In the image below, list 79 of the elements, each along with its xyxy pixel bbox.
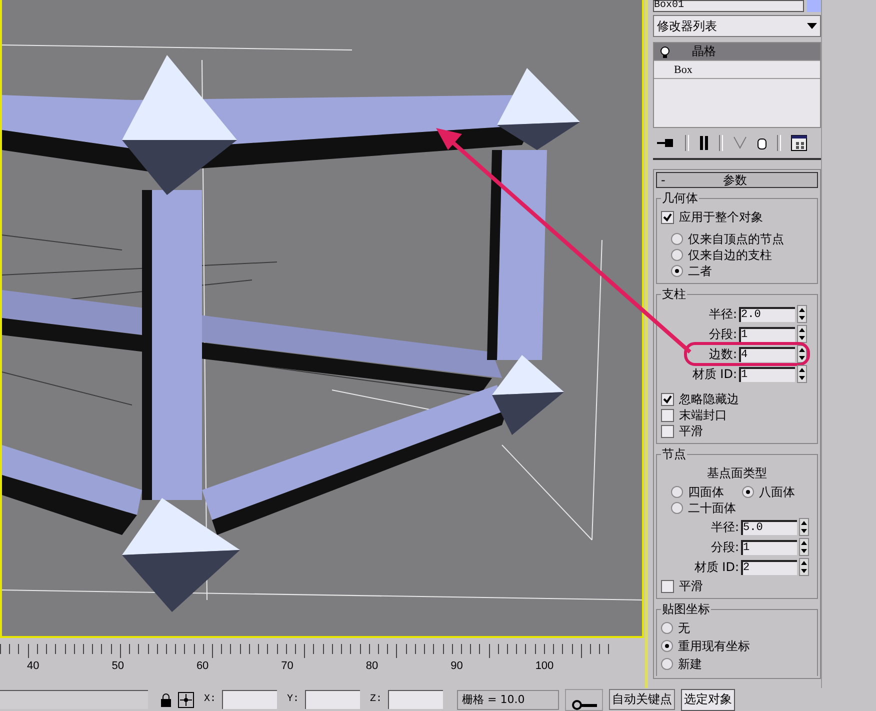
z-field[interactable]: [388, 690, 444, 709]
ruler-label: 90: [450, 660, 464, 672]
number-field[interactable]: 2: [741, 560, 797, 574]
mapping-radio[interactable]: 新建: [661, 656, 813, 672]
number-field[interactable]: 1: [739, 366, 795, 382]
field-label: 半径:: [708, 306, 737, 322]
spinner[interactable]: [797, 365, 807, 383]
field-label: 材质 ID:: [694, 558, 739, 576]
strut-checkbox[interactable]: 忽略隐藏边: [661, 391, 813, 407]
field-label: 分段:: [710, 538, 739, 556]
dropdown-arrow-icon: [807, 23, 817, 29]
ruler-label: 70: [281, 660, 294, 672]
group-title: 支柱: [661, 286, 687, 303]
spinner[interactable]: [797, 325, 807, 343]
joint-type-radio[interactable]: 八面体: [742, 484, 813, 500]
mapping-radio[interactable]: 重用现有坐标: [661, 638, 813, 654]
key-icon: [571, 700, 598, 710]
strut-checkbox[interactable]: 末端封口: [661, 407, 813, 423]
number-field[interactable]: 1: [741, 540, 797, 554]
crosshair-icon[interactable]: [178, 692, 194, 708]
group-title: 贴图坐标: [661, 601, 711, 618]
modifier-list-dropdown[interactable]: 修改器列表: [653, 15, 821, 37]
grid-size-readout: 栅格 = 10.0: [457, 690, 560, 710]
group-title: 节点: [661, 446, 687, 463]
field-label: 材质 ID:: [692, 366, 737, 382]
ruler-label: 50: [112, 660, 125, 672]
ruler-label: 100: [535, 660, 555, 672]
auto-key-button[interactable]: 自动关键点: [609, 689, 676, 710]
number-field[interactable]: 2.0: [739, 306, 795, 322]
strut-checkbox[interactable]: 平滑: [661, 423, 813, 439]
pipe-icon[interactable]: [699, 136, 709, 150]
time-ruler[interactable]: 40 50 60 70 80 90 100: [0, 638, 620, 686]
joint-type-radio[interactable]: 二十面体: [671, 500, 742, 516]
rollout-title: 参数: [722, 172, 748, 188]
color-swatch[interactable]: [807, 0, 821, 12]
modifier-stack-item[interactable]: Box: [654, 61, 820, 79]
spinner[interactable]: [797, 305, 807, 323]
section-label: 基点面类型: [706, 465, 768, 482]
ruler-label: 80: [366, 660, 380, 672]
spinner[interactable]: [799, 558, 809, 576]
spinner[interactable]: [799, 538, 809, 556]
group-title: 几何体: [661, 190, 699, 207]
spinner[interactable]: [799, 518, 809, 536]
can-icon[interactable]: [757, 136, 767, 150]
modifier-stack-item[interactable]: 晶格: [654, 43, 820, 61]
configure-icon[interactable]: [791, 135, 807, 151]
x-field[interactable]: [222, 690, 278, 709]
geometry-radio[interactable]: 二者: [671, 263, 813, 279]
modifier-stack[interactable]: 晶格 Box: [653, 42, 821, 128]
pin-icon[interactable]: [657, 137, 675, 149]
coord-label: Y:: [287, 694, 300, 705]
field-label: 分段:: [708, 326, 737, 342]
number-field[interactable]: 5.0: [741, 520, 797, 534]
spinner[interactable]: [797, 345, 807, 363]
ruler-label: 40: [27, 660, 40, 672]
apply-whole-checkbox[interactable]: 应用于整个对象: [661, 209, 813, 225]
smooth-checkbox[interactable]: 平滑: [661, 578, 813, 594]
lock-icon[interactable]: [160, 692, 172, 706]
check-icon: [663, 394, 672, 404]
number-field[interactable]: 1: [739, 326, 795, 342]
parameters-rollout-header[interactable]: - 参数: [656, 172, 818, 188]
field-label: 边数:: [708, 346, 737, 362]
ruler-label: 60: [196, 660, 210, 672]
collapse-sign: -: [661, 173, 666, 187]
y-field[interactable]: [305, 690, 360, 709]
key-button[interactable]: [565, 688, 604, 710]
geometry-radio[interactable]: 仅来自顶点的节点: [671, 231, 813, 247]
joint-type-radio[interactable]: 四面体: [671, 484, 742, 500]
field-label: 半径:: [710, 518, 739, 536]
object-name-field[interactable]: Box01: [653, 0, 804, 12]
bulb-icon[interactable]: [660, 46, 670, 58]
geometry-radio[interactable]: 仅来自边的支柱: [671, 247, 813, 263]
selection-field[interactable]: 选定对象: [681, 688, 736, 710]
mapping-radio[interactable]: 无: [661, 620, 813, 636]
check-icon: [663, 212, 672, 222]
fork-icon[interactable]: [733, 136, 747, 150]
coord-label: Z:: [370, 694, 382, 705]
number-field[interactable]: 4: [739, 346, 795, 362]
coord-label: X:: [204, 694, 216, 705]
